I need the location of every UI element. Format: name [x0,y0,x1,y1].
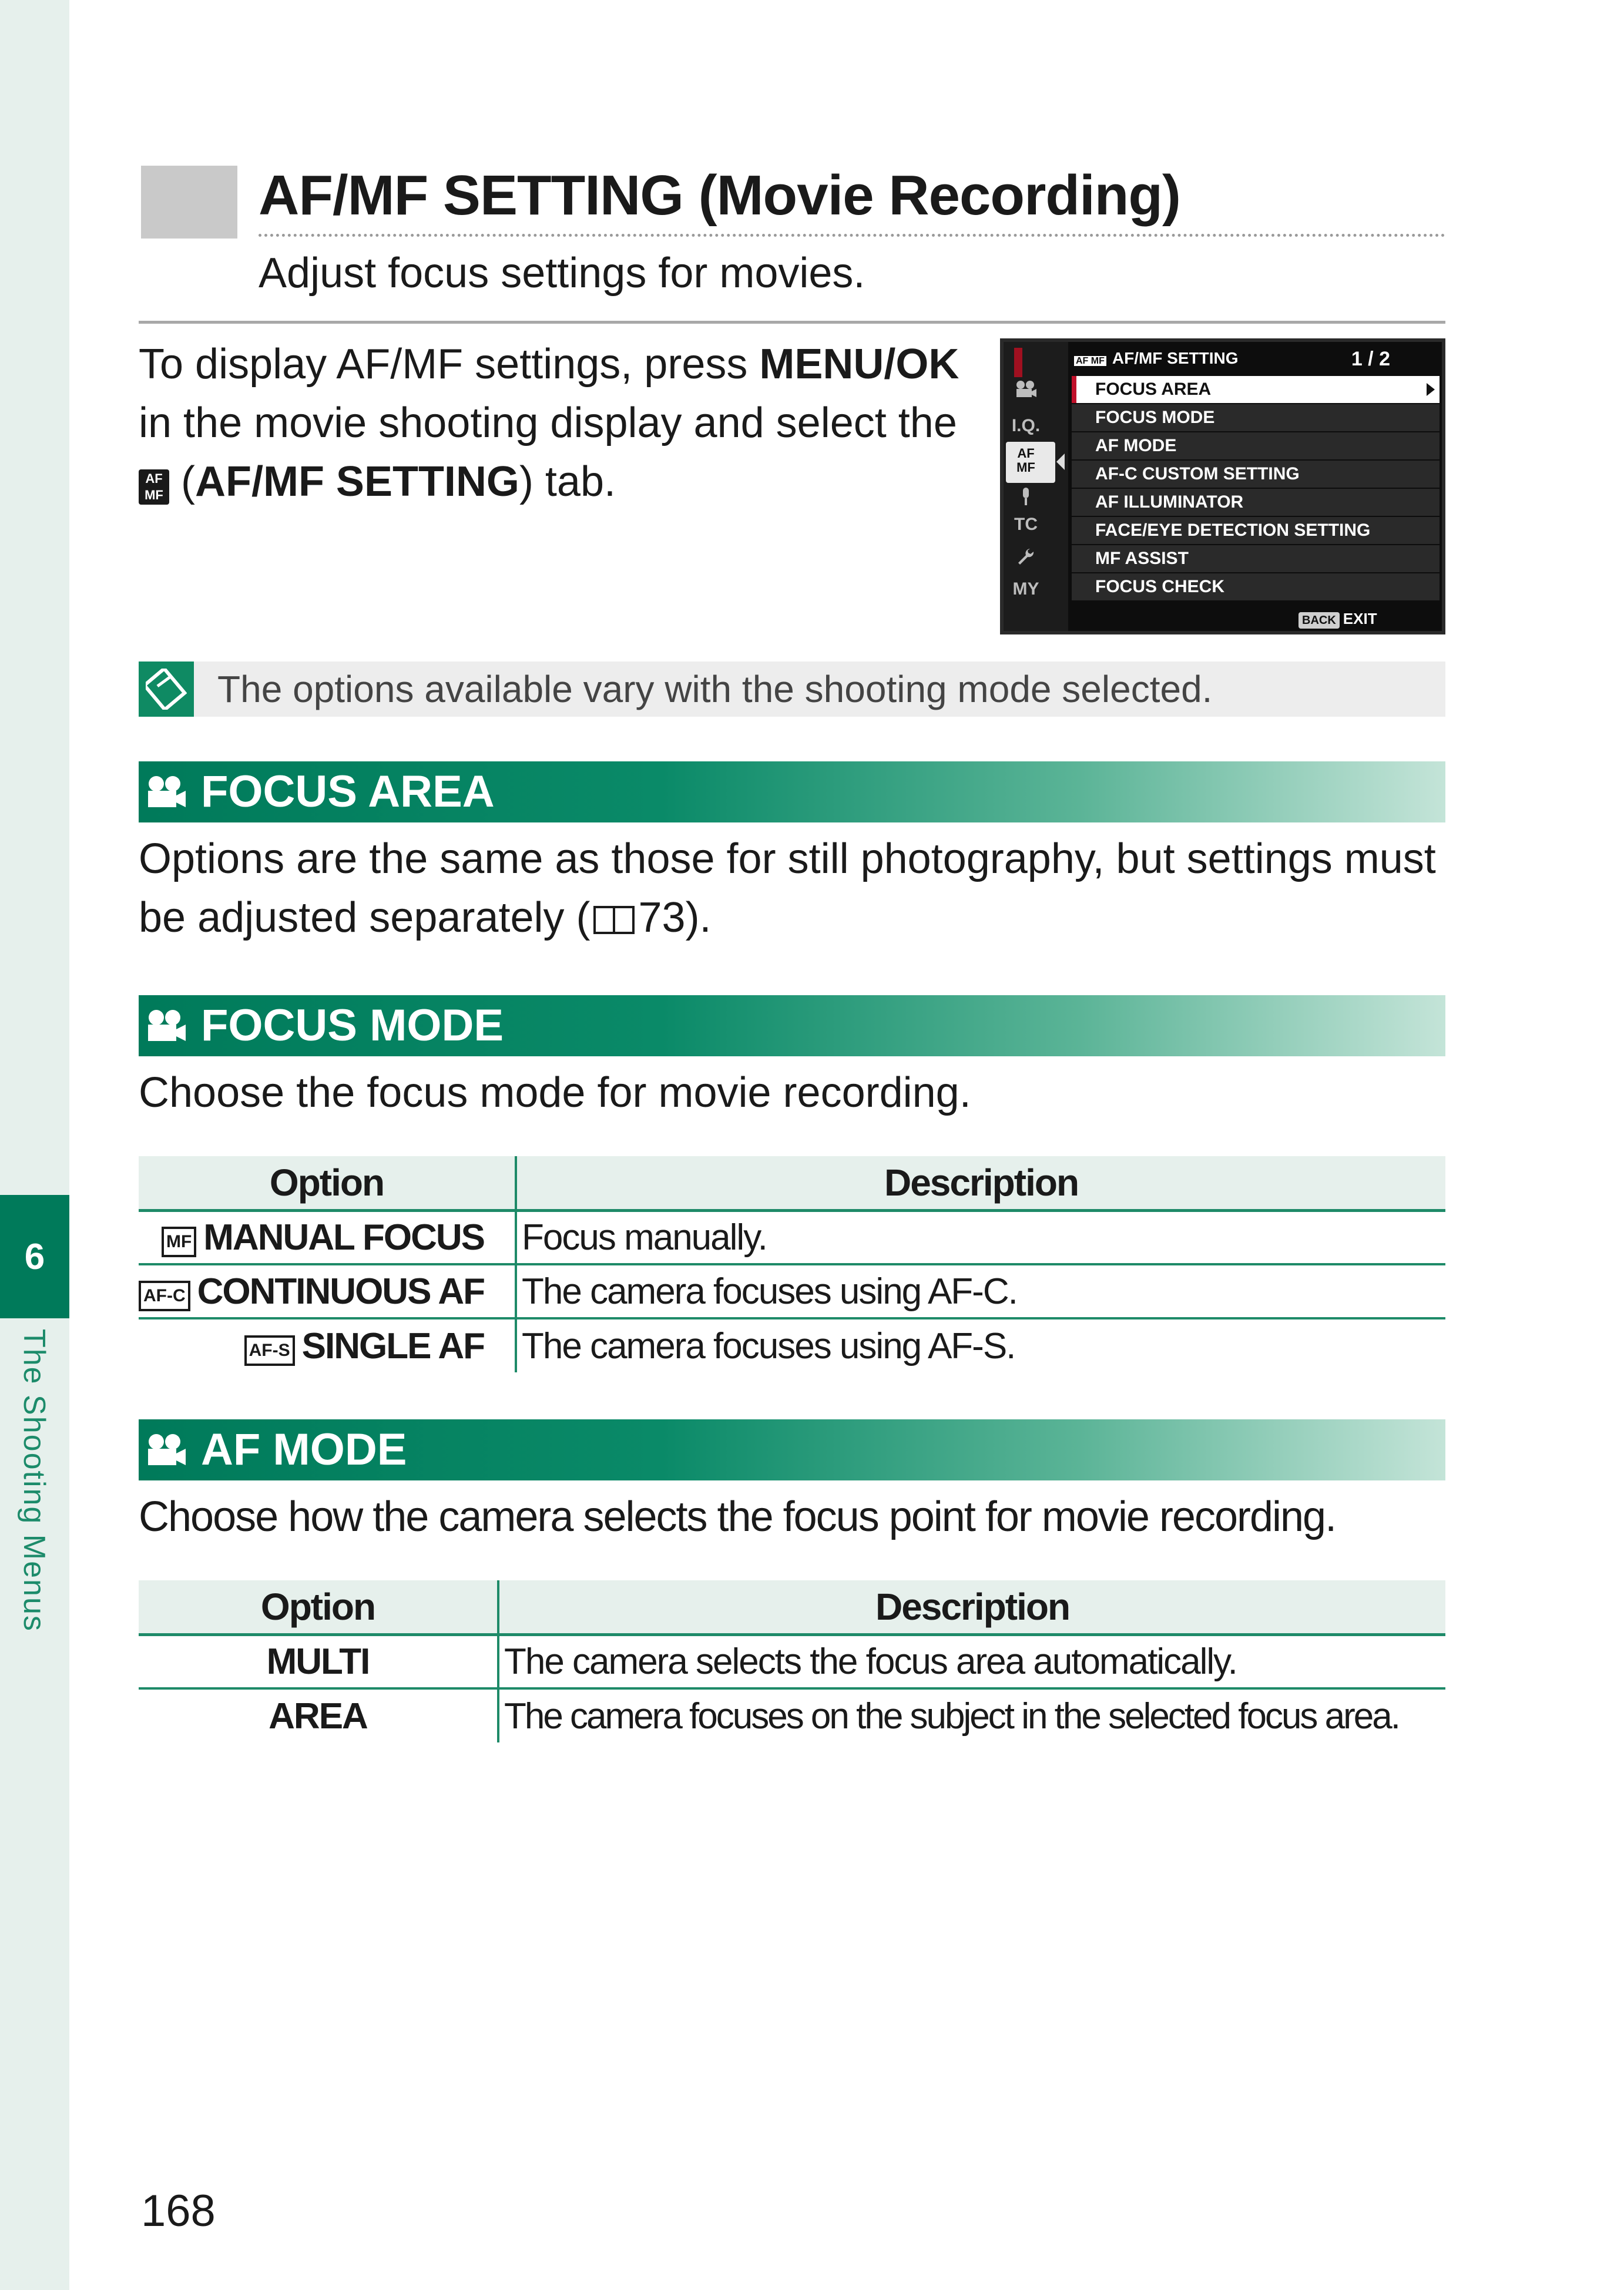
intro-text-3: ( [169,458,195,505]
option-label: MANUAL FOCUS [203,1217,485,1258]
af-mode-text: Choose how the camera selects the focus … [139,1493,1337,1540]
intro-text-2: in the movie shooting display and select… [139,399,957,446]
description-header: Description [516,1156,1445,1212]
camera-menu-title-text: AF/MF SETTING [1112,349,1239,367]
table-header-row: Option Description [139,1156,1445,1212]
camera-menu-item[interactable]: FOCUS AREA [1072,376,1440,403]
page-subtitle: Adjust focus settings for movies. [259,250,865,297]
page-title: AF/MF SETTING (Movie Recording) [259,164,1181,227]
active-indicator [1014,348,1022,377]
movie-icon [148,1434,186,1465]
af-mf-tab-icon: AF MF [1016,446,1035,475]
camera-menu-item-label: FOCUS AREA [1095,380,1212,399]
focus-area-text-1: Options are the same as those for still … [139,835,1436,941]
intro-text-4: ) tab. [519,458,616,505]
focus-area-title: FOCUS AREA [201,767,495,817]
note-text: The options available vary with the shoo… [217,668,1213,710]
option-header: Option [139,1580,499,1636]
submenu-arrow-icon [1427,383,1435,396]
intro-paragraph: To display AF/MF settings, press MENU/OK… [139,335,985,511]
intro-text-1: To display AF/MF settings, press [139,341,760,388]
af-mf-tab-name: AF/MF SETTING [194,458,519,505]
description-cell: The camera focuses using AF-S. [522,1325,1016,1366]
mf-icon: MF [161,1226,197,1257]
camera-exit-hint: BACK EXIT [1298,610,1377,629]
camera-menu-item[interactable]: AF-C CUSTOM SETTING [1072,461,1440,488]
page-ref-link[interactable]: 73 [638,894,685,941]
title-dotted-rule [259,234,1445,237]
option-cell: AF-S SINGLE AF [139,1318,518,1372]
title-marker-block [141,166,237,239]
camera-menu-item[interactable]: AF ILLUMINATOR [1072,489,1440,516]
camera-menu-item[interactable]: AF MODE [1072,432,1440,459]
back-button-icon: BACK [1298,612,1340,629]
af-mode-heading: AF MODE [139,1419,1445,1480]
focus-area-text: Options are the same as those for still … [139,830,1449,947]
camera-menu-screen: I.Q. AF MF TC MY AF MF AF/MF SETTING 1 / … [1000,338,1445,634]
focus-area-text-2: ). [685,894,712,941]
af-mf-tab-icon: AF MF [139,469,169,505]
af-mf-small-icon: AF MF [1074,356,1106,366]
iq-tab-icon[interactable]: I.Q. [1007,416,1045,436]
option-cell: AF-C CONTINUOUS AF [139,1264,518,1319]
tc-tab-icon[interactable]: TC [1007,515,1045,535]
focus-mode-title: FOCUS MODE [201,1000,504,1050]
description-cell: The camera selects the focus area automa… [498,1634,1445,1690]
wrench-tab-icon[interactable] [1007,546,1045,571]
table-row: AF-C CONTINUOUS AF The camera focuses usi… [139,1264,1445,1319]
camera-menu-item[interactable]: MF ASSIST [1072,545,1440,572]
option-cell: MULTI [139,1634,499,1690]
focus-area-heading: FOCUS AREA [139,761,1445,822]
camera-menu-item-label: AF MODE [1095,436,1177,455]
chapter-label: The Shooting Menus [17,1329,51,1632]
description-cell: Focus manually. [516,1210,1445,1265]
option-cell: AREA [139,1688,499,1742]
description-header: Description [498,1580,1445,1636]
focus-mode-table: Option Description MF MANUAL FOCUS Focus … [139,1156,1445,1372]
note-icon [139,662,194,717]
camera-menu-item[interactable]: FOCUS CHECK [1072,573,1440,600]
audio-tab-icon[interactable] [1007,486,1045,511]
af-mode-table: Option Description MULTI The camera sele… [139,1580,1445,1742]
option-cell: MF MANUAL FOCUS [139,1210,518,1265]
my-menu-tab-icon[interactable]: MY [1007,579,1045,599]
camera-menu-item[interactable]: FACE/EYE DETECTION SETTING [1072,517,1440,544]
camera-menu-item-label: FOCUS MODE [1095,408,1215,427]
camera-menu-item-label: FACE/EYE DETECTION SETTING [1095,521,1371,540]
page-number: 168 [141,2186,216,2236]
af-c-icon: AF-C [139,1280,190,1311]
af-s-icon: AF-S [244,1335,295,1366]
camera-menu-tabs: I.Q. AF MF TC MY [1004,342,1068,631]
header-divider [139,321,1445,324]
camera-menu-item-label: AF-C CUSTOM SETTING [1095,464,1300,483]
movie-icon [148,1010,186,1041]
table-row: MULTI The camera selects the focus area … [139,1634,1445,1690]
option-label: CONTINUOUS AF [197,1271,485,1312]
table-header-row: Option Description [139,1580,1445,1636]
side-tab-strip [0,0,69,2290]
description-cell: The camera focuses on the subject in the… [504,1695,1401,1737]
table-row: AF-S SINGLE AF The camera focuses using A… [139,1318,1445,1372]
af-mode-title: AF MODE [201,1425,407,1475]
camera-page-indicator: 1 / 2 [1351,348,1390,370]
book-icon [593,906,635,934]
focus-mode-heading: FOCUS MODE [139,995,1445,1056]
camera-menu-item[interactable]: FOCUS MODE [1072,404,1440,431]
movie-icon [148,776,186,807]
table-row: AREA The camera focuses on the subject i… [139,1688,1445,1742]
menu-ok-key: MENU/OK [759,341,959,388]
camera-menu-item-label: FOCUS CHECK [1095,577,1225,596]
tab-pointer-icon [1056,454,1065,470]
chapter-tab[interactable]: 6 [0,1195,69,1318]
movie-tab-icon[interactable] [1007,380,1045,404]
focus-mode-text: Choose the focus mode for movie recordin… [139,1069,971,1116]
camera-menu-item-label: AF ILLUMINATOR [1095,492,1244,512]
table-row: MF MANUAL FOCUS Focus manually. [139,1210,1445,1265]
option-label: SINGLE AF [301,1325,485,1366]
description-cell: The camera focuses using AF-C. [516,1264,1445,1319]
option-header: Option [139,1156,518,1212]
camera-menu-item-label: MF ASSIST [1095,549,1189,568]
camera-menu-title: AF MF AF/MF SETTING [1074,349,1239,368]
exit-label: EXIT [1343,610,1377,627]
